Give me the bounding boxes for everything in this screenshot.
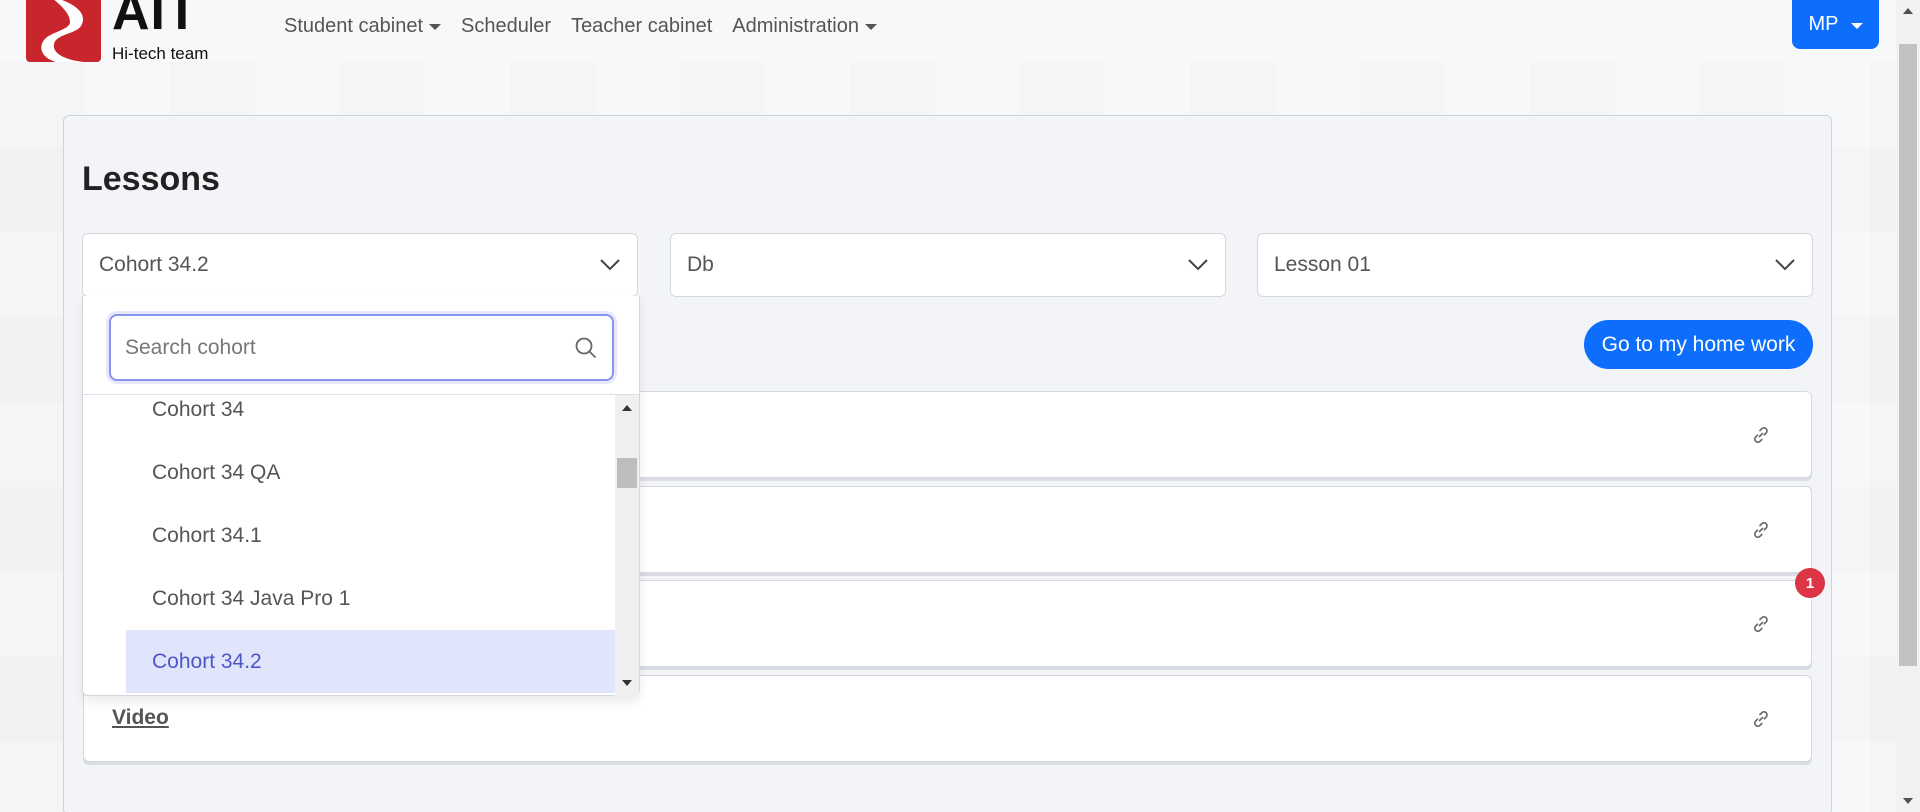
go-to-home-work-button[interactable]: Go to my home work: [1584, 320, 1813, 369]
module-select[interactable]: Db: [670, 233, 1226, 297]
scrollbar-thumb[interactable]: [617, 458, 637, 488]
nav-teacher-cabinet[interactable]: Teacher cabinet: [561, 12, 722, 40]
logo[interactable]: AIT Hi-tech team: [26, 0, 226, 63]
user-initials: MP: [1808, 13, 1839, 35]
nav-label: Teacher cabinet: [571, 14, 713, 37]
cohort-option[interactable]: Cohort 34: [126, 395, 615, 441]
cohort-option-list: Cohort 34 Cohort 34 QA Cohort 34.1 Cohor…: [83, 395, 615, 696]
cohort-select[interactable]: Cohort 34.2: [82, 233, 638, 297]
nav-administration[interactable]: Administration: [722, 12, 887, 40]
nav-label: Student cabinet: [284, 14, 423, 37]
scroll-up-arrow-icon[interactable]: [1903, 8, 1913, 14]
chevron-down-icon: [600, 259, 620, 271]
cohort-option[interactable]: Cohort 34 QA: [126, 441, 615, 504]
cohort-option-selected[interactable]: Cohort 34.2: [126, 630, 615, 693]
page-scrollbar[interactable]: [1896, 0, 1920, 812]
caret-down-icon: [1850, 22, 1863, 29]
nav-label: Scheduler: [461, 14, 552, 37]
top-navbar: AIT Hi-tech team Student cabinet Schedul…: [0, 0, 1896, 63]
main-nav: Student cabinet Scheduler Teacher cabine…: [274, 12, 887, 40]
scroll-down-arrow-icon[interactable]: [622, 680, 632, 686]
link-icon[interactable]: [1751, 425, 1771, 445]
caret-down-icon: [864, 24, 877, 30]
chevron-down-icon: [1775, 259, 1795, 271]
scrollbar-thumb[interactable]: [1899, 44, 1917, 666]
cohort-select-value: Cohort 34.2: [99, 253, 209, 276]
nav-student-cabinet[interactable]: Student cabinet: [274, 12, 451, 40]
chevron-down-icon: [1188, 259, 1208, 271]
cohort-search-input[interactable]: [125, 335, 565, 360]
logo-text: AIT: [112, 0, 199, 41]
logo-subtitle: Hi-tech team: [112, 44, 209, 63]
lesson-select-value: Lesson 01: [1274, 253, 1371, 276]
search-icon: [575, 337, 596, 358]
cohort-option[interactable]: Cohort 34.1: [126, 504, 615, 567]
nav-scheduler[interactable]: Scheduler: [451, 12, 561, 40]
module-select-value: Db: [687, 253, 714, 276]
caret-down-icon: [429, 24, 441, 30]
nav-label: Administration: [732, 14, 859, 37]
cohort-search-field[interactable]: [109, 314, 614, 381]
link-icon[interactable]: [1751, 709, 1771, 729]
scroll-up-arrow-icon[interactable]: [622, 405, 632, 411]
page-title: Lessons: [82, 160, 220, 198]
cohort-dropdown-menu: Cohort 34 Cohort 34 QA Cohort 34.1 Cohor…: [82, 296, 640, 696]
logo-mark: [26, 0, 101, 62]
link-icon[interactable]: [1751, 614, 1771, 634]
lesson-select[interactable]: Lesson 01: [1257, 233, 1813, 297]
notification-badge: 1: [1795, 568, 1825, 598]
user-menu-button[interactable]: MP: [1792, 0, 1879, 49]
cohort-option[interactable]: Cohort 34 Java Pro 1: [126, 567, 615, 630]
link-icon[interactable]: [1751, 520, 1771, 540]
scroll-down-arrow-icon[interactable]: [1903, 798, 1913, 804]
dropdown-scrollbar[interactable]: [615, 395, 639, 696]
video-link[interactable]: Video: [112, 706, 169, 730]
